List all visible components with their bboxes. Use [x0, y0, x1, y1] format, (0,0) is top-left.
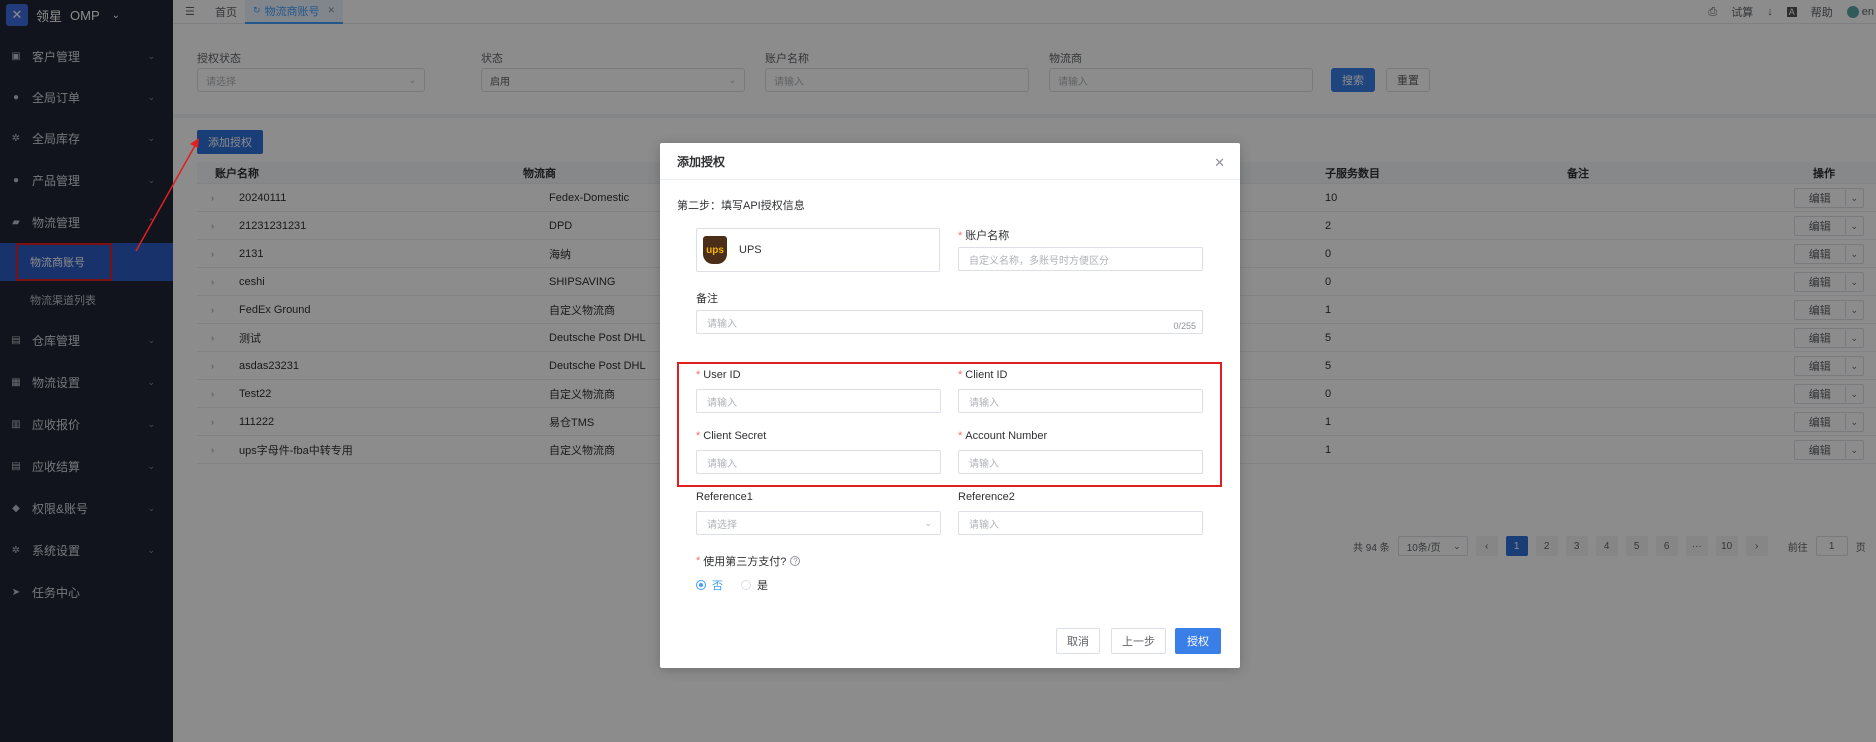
client-id-label-text: Client ID — [965, 369, 1008, 381]
prev-step-button[interactable]: 上一步 — [1111, 628, 1166, 654]
user-id-label: * User ID — [696, 369, 741, 381]
client-secret-field[interactable]: 请输入 — [696, 450, 941, 474]
chevron-down-icon: ⌄ — [924, 517, 932, 528]
remark-textarea[interactable]: 请输入 0/255 — [696, 310, 1203, 334]
app: ✕ 领星 OMP ⌄ ▣ 客户管理 ⌄ ● 全局订单 ⌄ ✲ 全局库存 ⌄ ● 产品管理 ⌄ ▰… — [0, 0, 1876, 742]
required-asterisk: * — [958, 369, 963, 381]
account-name-placeholder: 自定义名称，多账号时方便区分 — [969, 255, 1109, 267]
reference2-placeholder: 请输入 — [969, 519, 999, 531]
radio-dot — [741, 580, 751, 590]
user-id-placeholder: 请输入 — [707, 397, 737, 409]
account-name-label: * 账户名称 — [958, 227, 1009, 243]
remark-count: 0/255 — [1173, 321, 1196, 331]
account-number-field[interactable]: 请输入 — [958, 450, 1203, 474]
reference1-select[interactable]: 请选择 ⌄ — [696, 511, 941, 535]
client-secret-placeholder: 请输入 — [707, 458, 737, 470]
step-title: 第二步：填写API授权信息 — [677, 200, 805, 212]
radio-yes[interactable]: 是 — [741, 577, 768, 593]
radio-no-label: 否 — [712, 580, 723, 592]
user-id-label-text: User ID — [703, 369, 741, 381]
radio-yes-label: 是 — [757, 580, 768, 592]
dialog-divider — [660, 179, 1240, 180]
client-id-placeholder: 请输入 — [969, 397, 999, 409]
client-secret-label: * Client Secret — [696, 430, 766, 442]
carrier-name: UPS — [739, 244, 762, 256]
account-number-label-text: Account Number — [965, 430, 1048, 442]
required-asterisk: * — [958, 430, 963, 442]
required-asterisk: * — [696, 430, 701, 442]
reference2-field[interactable]: 请输入 — [958, 511, 1203, 535]
carrier-card: ups UPS — [696, 228, 940, 272]
third-party-label-text: 使用第三方支付? — [703, 556, 787, 568]
reference1-label: Reference1 — [696, 491, 753, 503]
account-name-field[interactable]: 自定义名称，多账号时方便区分 — [958, 247, 1203, 271]
client-secret-label-text: Client Secret — [703, 430, 767, 442]
close-icon[interactable]: ✕ — [1214, 155, 1225, 171]
required-asterisk: * — [958, 230, 963, 242]
client-id-label: * Client ID — [958, 369, 1007, 381]
remark-label: 备注 — [696, 293, 718, 305]
third-party-radio-group: 否 是 — [696, 577, 768, 593]
required-asterisk: * — [696, 555, 701, 567]
authorize-button[interactable]: 授权 — [1175, 628, 1221, 654]
third-party-label: * 使用第三方支付?? — [696, 553, 801, 569]
account-number-placeholder: 请输入 — [969, 458, 999, 470]
add-authorization-dialog: 添加授权 ✕ 第二步：填写API授权信息 ups UPS * 账户名称 自定义名称… — [660, 143, 1240, 668]
question-icon[interactable]: ? — [790, 556, 801, 566]
required-asterisk: * — [696, 369, 701, 381]
remark-placeholder: 请输入 — [707, 318, 737, 330]
radio-dot — [696, 580, 706, 590]
account-number-label: * Account Number — [958, 430, 1047, 442]
dialog-title: 添加授权 — [677, 155, 726, 169]
account-name-label-text: 账户名称 — [965, 230, 1010, 242]
ups-logo: ups — [703, 236, 727, 264]
radio-no[interactable]: 否 — [696, 577, 723, 593]
client-id-field[interactable]: 请输入 — [958, 389, 1203, 413]
cancel-button[interactable]: 取消 — [1056, 628, 1100, 654]
reference1-placeholder: 请选择 — [707, 519, 737, 531]
reference2-label: Reference2 — [958, 491, 1015, 503]
user-id-field[interactable]: 请输入 — [696, 389, 941, 413]
